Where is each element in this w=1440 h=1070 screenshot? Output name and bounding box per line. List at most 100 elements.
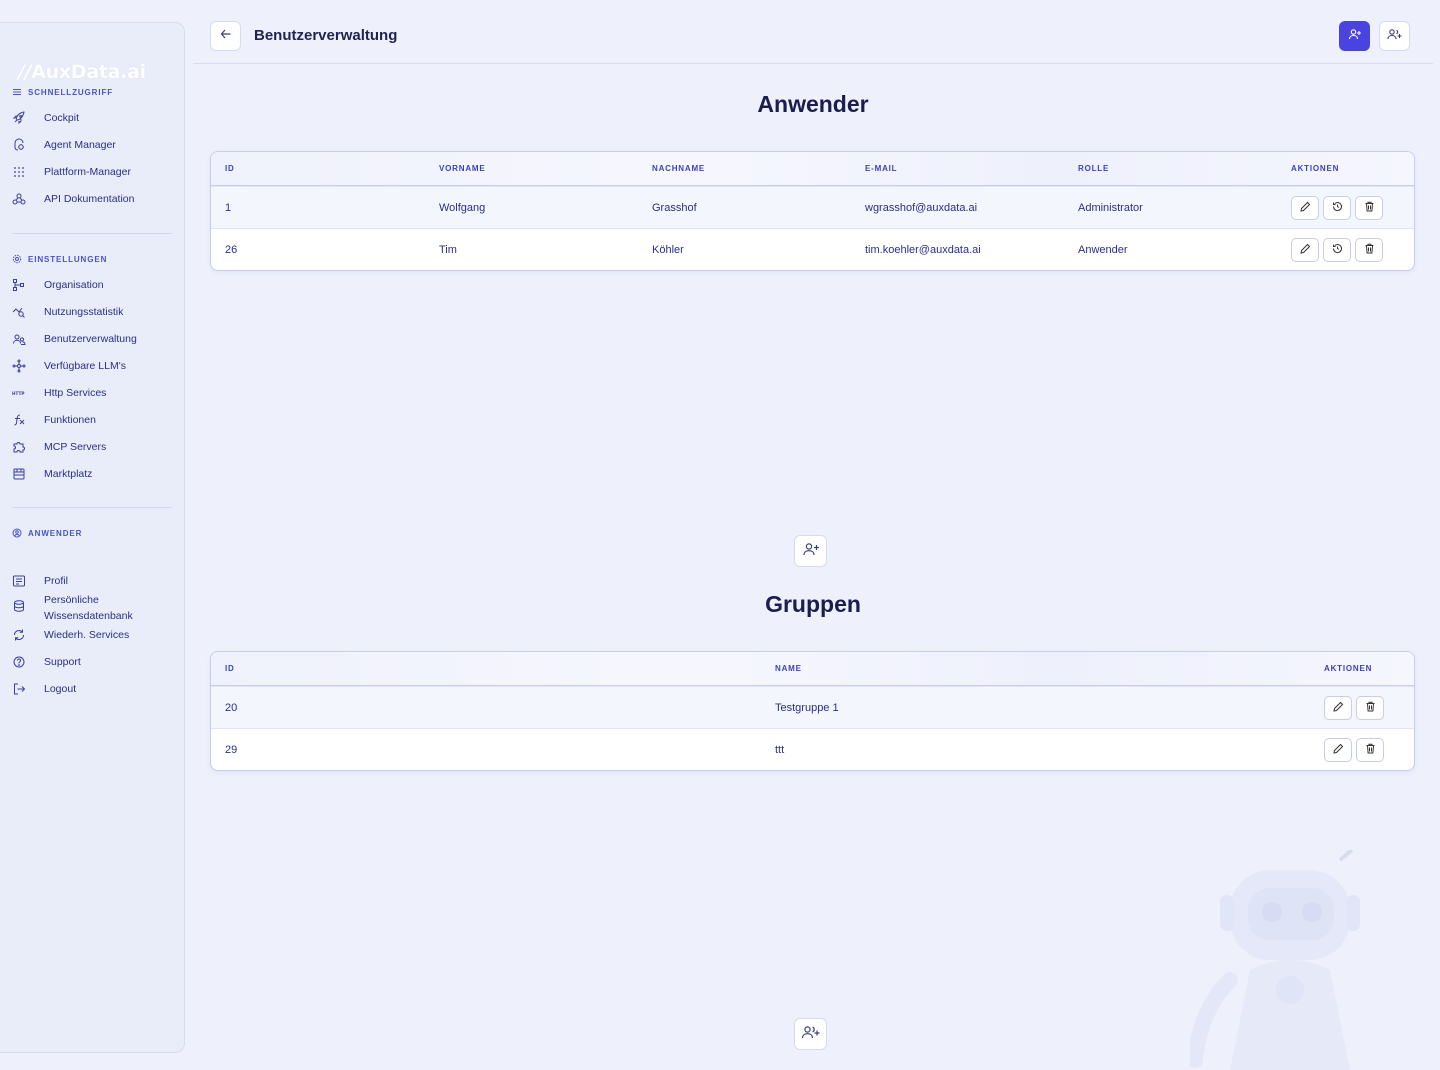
column-header-email[interactable]: E-MAIL [851, 152, 1064, 185]
row-actions [1277, 195, 1383, 220]
user-plus-icon [1348, 27, 1362, 46]
user-plus-icon [802, 541, 820, 562]
users-plus-icon [1386, 27, 1403, 46]
table-row: 1 Wolfgang Grasshof wgrasshof@auxdata.ai… [211, 186, 1414, 228]
delete-button[interactable] [1355, 237, 1383, 262]
table-row: 26 Tim Köhler tim.koehler@auxdata.ai Anw… [211, 228, 1414, 270]
users-table: ID VORNAME NACHNAME E-MAIL ROLLE AKTIONE… [210, 151, 1415, 271]
logo[interactable]: //AuxData.ai [18, 61, 146, 83]
sidebar-item-benutzerverwaltung[interactable]: Benutzerverwaltung [12, 331, 172, 347]
sidebar-item-label: Agent Manager [44, 139, 116, 151]
users-heading: Anwender [757, 91, 869, 117]
pencil-icon [1332, 741, 1344, 759]
sidebar-item-profil[interactable]: Profil [12, 573, 172, 589]
section-title-anwender: ANWENDER [12, 528, 82, 538]
sidebar-item-api-dokumentation[interactable]: API Dokumentation [12, 191, 172, 207]
logo-text: AuxData.ai [31, 61, 146, 83]
cell-email: tim.koehler@auxdata.ai [865, 243, 981, 256]
sidebar-item-label: Verfügbare LLM's [44, 360, 126, 372]
sidebar-item-logout[interactable]: Logout [12, 681, 172, 697]
column-header-aktionen: AKTIONEN [1291, 164, 1340, 173]
column-header-id[interactable]: ID [211, 652, 761, 685]
help-icon [12, 655, 26, 669]
puzzle-icon [12, 440, 26, 454]
sidebar-item-agent-manager[interactable]: Agent Manager [12, 137, 172, 153]
sidebar-item-nutzungsstatistik[interactable]: Nutzungsstatistik [12, 304, 172, 320]
sidebar-item-funktionen[interactable]: Funktionen [12, 412, 172, 428]
sidebar-item-label: Logout [44, 683, 77, 695]
reset-password-button[interactable] [1323, 195, 1351, 220]
column-header-rolle[interactable]: ROLLE [1064, 152, 1277, 185]
section-title-label: EINSTELLUNGEN [28, 254, 108, 264]
column-header-name[interactable]: NAME [761, 652, 1310, 685]
sidebar-item-label: Funktionen [44, 414, 96, 426]
table-row: 29 ttt [211, 728, 1414, 770]
sidebar-item-wiederh-services[interactable]: Wiederh. Services [12, 627, 172, 643]
trash-icon [1364, 199, 1375, 217]
trash-icon [1365, 741, 1376, 759]
cell-nachname: Köhler [652, 243, 684, 256]
column-header-nachname[interactable]: NACHNAME [638, 152, 851, 185]
gear-icon [12, 254, 22, 264]
sidebar-item-label: Organisation [44, 279, 104, 291]
sidebar-divider [12, 507, 172, 508]
delete-button[interactable] [1356, 737, 1384, 762]
sidebar-item-organisation[interactable]: Organisation [12, 277, 172, 293]
edit-button[interactable] [1324, 737, 1352, 762]
pencil-icon [1299, 199, 1311, 217]
cell-name: ttt [775, 743, 785, 756]
edit-button[interactable] [1291, 195, 1319, 220]
http-icon: HTTP [12, 386, 26, 400]
sidebar-item-verfuegbare-llms[interactable]: Verfügbare LLM's [12, 358, 172, 374]
stats-icon [12, 305, 26, 319]
back-button[interactable] [210, 21, 241, 51]
history-icon [1332, 199, 1343, 217]
cell-nachname: Grasshof [652, 201, 697, 214]
cell-id: 1 [225, 201, 232, 214]
sidebar-item-label: Marktplatz [44, 468, 93, 480]
menu-icon [12, 87, 22, 97]
sidebar-item-support[interactable]: Support [12, 654, 172, 670]
column-header-vorname[interactable]: VORNAME [425, 152, 638, 185]
sidebar: //AuxData.ai SCHNELLZUGRIFF Cockpit Agen… [0, 22, 185, 1053]
edit-button[interactable] [1291, 237, 1319, 262]
logo-mark: // [18, 61, 32, 83]
add-user-button[interactable] [794, 535, 827, 567]
sidebar-item-persoenliche-wissensdatenbank[interactable]: Persönliche Wissensdatenbank [12, 592, 172, 624]
add-group-header-button[interactable] [1379, 21, 1410, 51]
edit-button[interactable] [1324, 695, 1352, 720]
sidebar-item-label: API Dokumentation [44, 193, 135, 205]
row-actions [1277, 237, 1383, 262]
cell-id: 20 [225, 701, 238, 714]
table-header: ID NAME AKTIONEN [211, 652, 1414, 686]
cell-vorname: Tim [439, 243, 457, 256]
delete-button[interactable] [1355, 195, 1383, 220]
sidebar-item-http-services[interactable]: HTTP Http Services [12, 385, 172, 401]
history-icon [1332, 241, 1343, 259]
reset-password-button[interactable] [1323, 237, 1351, 262]
add-group-button[interactable] [794, 1018, 827, 1050]
webhook-icon [12, 192, 26, 206]
grid-icon [12, 165, 26, 179]
cell-rolle: Administrator [1078, 201, 1143, 214]
sidebar-item-cockpit[interactable]: Cockpit [12, 110, 172, 126]
sidebar-item-marktplatz[interactable]: Marktplatz [12, 466, 172, 482]
sidebar-item-label: Wiederh. Services [44, 629, 130, 641]
sidebar-item-plattform-manager[interactable]: Plattform-Manager [12, 164, 172, 180]
llm-icon [12, 359, 26, 373]
row-actions [1310, 737, 1384, 762]
section-title-label: SCHNELLZUGRIFF [28, 87, 114, 97]
profile-icon [12, 574, 26, 588]
delete-button[interactable] [1356, 695, 1384, 720]
robot-mascot-illustration [1187, 848, 1400, 1070]
cell-rolle: Anwender [1078, 243, 1128, 256]
trash-icon [1365, 699, 1376, 717]
sidebar-item-mcp-servers[interactable]: MCP Servers [12, 439, 172, 455]
column-header-id[interactable]: ID [211, 152, 425, 185]
add-user-header-button[interactable] [1339, 21, 1370, 51]
cell-id: 26 [225, 243, 238, 256]
users-plus-icon [801, 1024, 821, 1045]
groups-heading: Gruppen [765, 591, 861, 617]
trash-icon [1364, 241, 1375, 259]
sidebar-item-label: Profil [44, 575, 68, 587]
